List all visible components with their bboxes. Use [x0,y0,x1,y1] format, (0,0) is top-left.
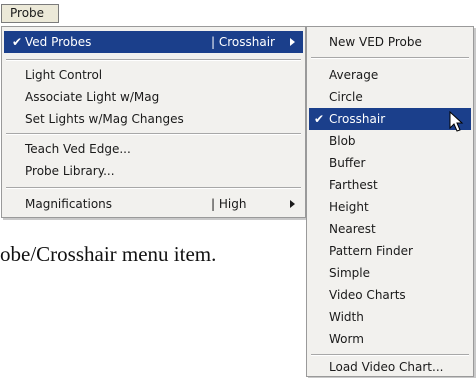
submenu-item-new-ved-probe[interactable]: New VED Probe [309,31,471,53]
menu-item-label: Magnifications [25,197,113,211]
submenu-item-crosshair[interactable]: ✔ Crosshair [309,108,471,132]
submenu-item-label: Pattern Finder [329,244,413,258]
submenu-item-load-video-chart[interactable]: Load Video Chart... [309,356,471,378]
submenu-item-label: Blob [329,134,356,148]
submenu-item-label: Nearest [329,222,376,236]
submenu-item-label: Width [329,310,364,324]
submenu-separator [311,57,469,59]
menu-item-label: Teach Ved Edge... [25,142,131,156]
submenu-item-label: New VED Probe [329,35,422,49]
menu-separator [6,133,301,135]
submenu-item-pattern-finder[interactable]: Pattern Finder [309,240,471,262]
submenu-item-nearest[interactable]: Nearest [309,218,471,240]
submenu-item-label: Simple [329,266,370,280]
submenu-item-video-charts[interactable]: Video Charts [309,284,471,306]
menu-item-value: Crosshair [211,31,275,53]
submenu-item-blob[interactable]: Blob [309,130,471,152]
submenu-item-label: Crosshair [329,112,386,126]
caption-text: obe/Crosshair menu item. [0,242,217,266]
menu-item-label: Set Lights w/Mag Changes [25,112,184,126]
menu-item-ved-probes[interactable]: ✔ Ved Probes Crosshair [4,31,303,53]
submenu-item-label: Buffer [329,156,366,170]
submenu-item-label: Farthest [329,178,378,192]
menu-item-associate-light[interactable]: Associate Light w/Mag [4,86,303,108]
probe-menu: ✔ Ved Probes Crosshair Light Control Ass… [1,26,306,218]
submenu-item-height[interactable]: Height [309,196,471,218]
submenu-item-simple[interactable]: Simple [309,262,471,284]
submenu-item-label: Video Charts [329,288,406,302]
menu-separator [6,187,301,189]
submenu-item-farthest[interactable]: Farthest [309,174,471,196]
check-icon: ✔ [11,35,23,49]
menu-bar: Probe [0,0,476,27]
menu-item-teach-ved-edge[interactable]: Teach Ved Edge... [4,138,303,160]
submenu-arrow-icon [290,200,295,208]
submenu-item-width[interactable]: Width [309,306,471,328]
menu-item-magnifications[interactable]: Magnifications High [4,193,303,215]
probe-menu-title[interactable]: Probe [1,4,59,23]
menu-separator [6,59,301,61]
submenu-item-label: Circle [329,90,363,104]
menu-item-label: Light Control [25,68,103,82]
submenu-item-buffer[interactable]: Buffer [309,152,471,174]
check-icon: ✔ [313,112,325,126]
submenu-item-label: Height [329,200,369,214]
menu-item-label: Ved Probes [25,35,92,49]
submenu-arrow-icon [290,38,295,46]
menu-item-label: Probe Library... [25,164,115,178]
submenu-item-label: Average [329,68,379,82]
submenu-item-label: Worm [329,332,364,346]
submenu-item-circle[interactable]: Circle [309,86,471,108]
ved-probes-submenu: New VED Probe Average Circle ✔ Crosshair… [306,26,474,377]
menu-item-set-lights[interactable]: Set Lights w/Mag Changes [4,108,303,130]
menu-item-label: Associate Light w/Mag [25,90,160,104]
submenu-item-label: Load Video Chart... [329,360,444,374]
menu-item-value: High [211,193,247,215]
submenu-item-worm[interactable]: Worm [309,328,471,350]
menu-item-probe-library[interactable]: Probe Library... [4,160,303,182]
submenu-item-average[interactable]: Average [309,64,471,86]
menu-item-light-control[interactable]: Light Control [4,64,303,86]
